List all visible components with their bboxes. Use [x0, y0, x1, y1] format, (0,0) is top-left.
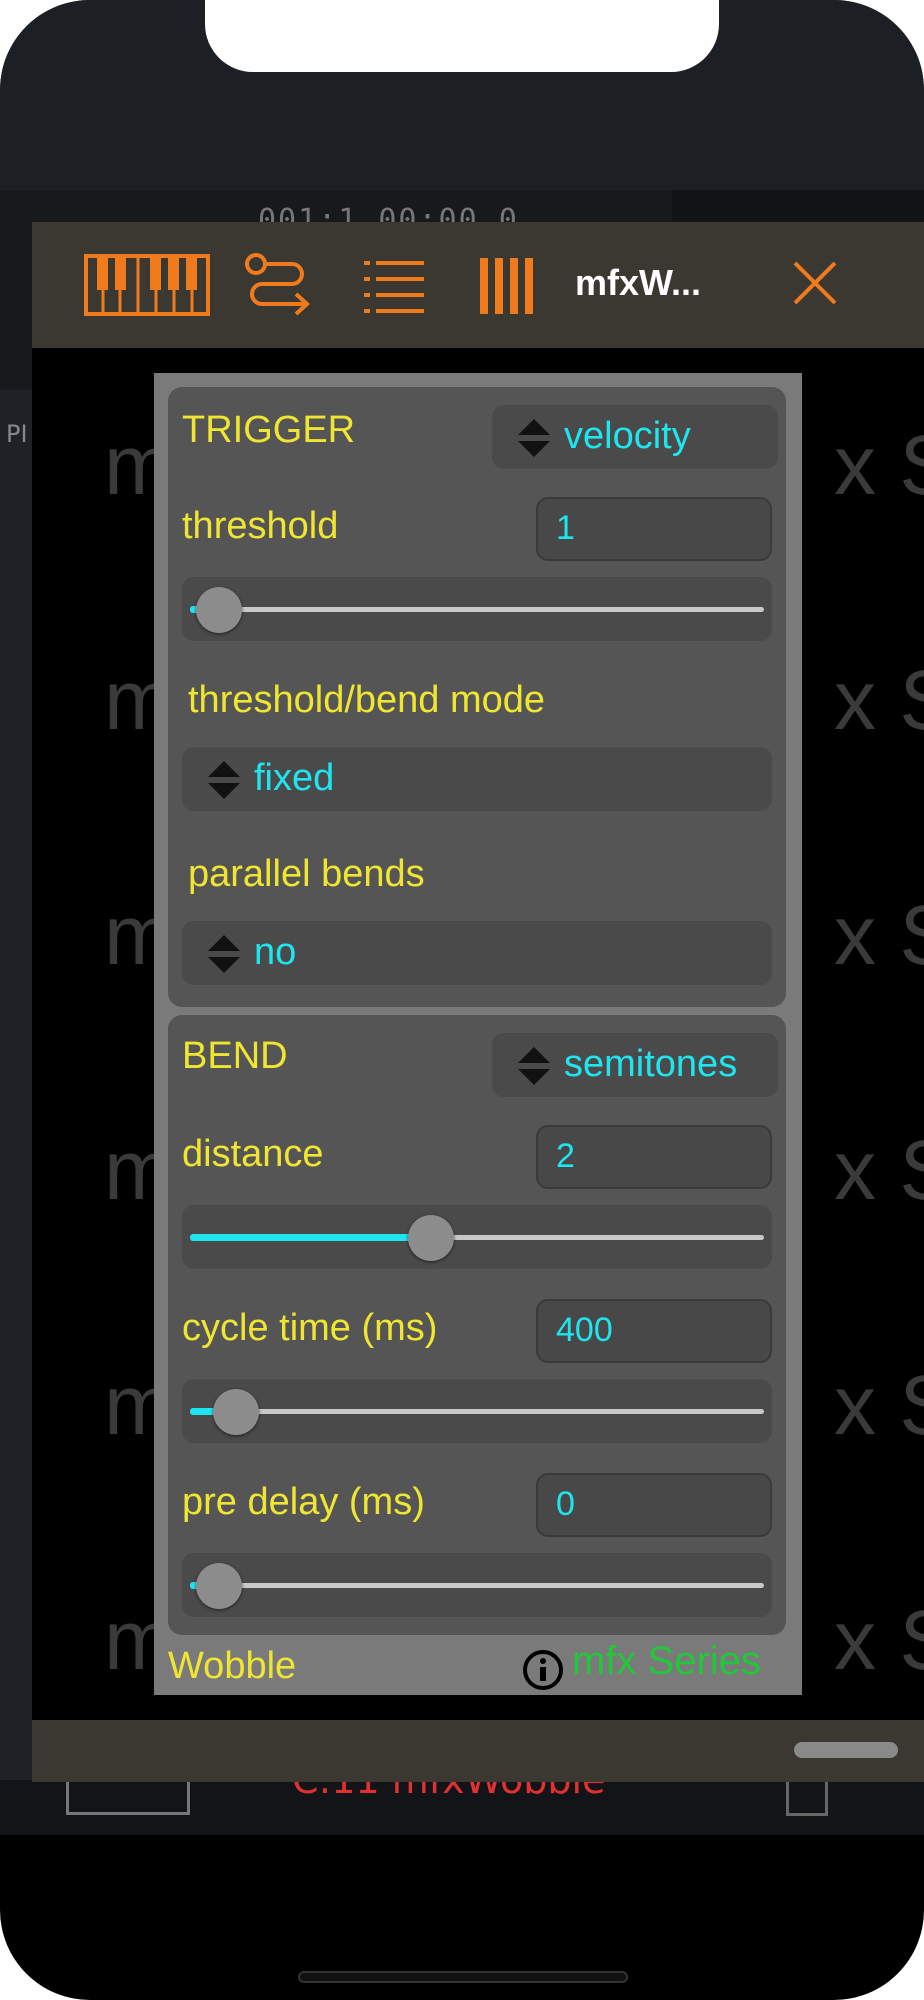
- pre-delay-field[interactable]: 0: [536, 1473, 772, 1537]
- bend-mode-select[interactable]: fixed: [182, 747, 772, 811]
- watermark-text: x Se: [834, 1593, 924, 1687]
- cycle-time-slider[interactable]: [182, 1379, 772, 1443]
- device-notch: [205, 0, 719, 72]
- watermark-text: x Se: [834, 1358, 924, 1452]
- parallel-bends-select[interactable]: no: [182, 921, 772, 985]
- watermark-text: x Se: [834, 1123, 924, 1217]
- home-indicator: [298, 1971, 628, 1983]
- host-bookmark-icon[interactable]: [786, 1780, 828, 1816]
- plugin-footer-name: Wobble: [168, 1645, 297, 1687]
- device-frame: 001:1 00:00.0 PI C:11 mfxWobble: [0, 0, 924, 2000]
- bend-unit-select[interactable]: semitones: [492, 1033, 778, 1097]
- watermark-text: x Se: [834, 418, 924, 512]
- pre-delay-value: 0: [556, 1485, 575, 1523]
- bend-title: BEND: [182, 1035, 288, 1077]
- distance-label: distance: [182, 1133, 324, 1175]
- updown-arrows-icon: [518, 419, 550, 457]
- distance-value: 2: [556, 1137, 575, 1175]
- bend-mode-label: threshold/bend mode: [188, 679, 546, 721]
- cycle-time-label: cycle time (ms): [182, 1307, 438, 1349]
- bend-section: BEND semitones distance 2 cycle time (ms…: [168, 1015, 786, 1635]
- routing-icon[interactable]: [244, 252, 314, 320]
- host-left-label: PI: [6, 420, 28, 448]
- slider-thumb[interactable]: [408, 1215, 455, 1261]
- threshold-value: 1: [556, 509, 575, 547]
- cycle-time-value: 400: [556, 1311, 613, 1349]
- series-link[interactable]: mfx Series: [572, 1639, 761, 1684]
- parallel-bends-label: parallel bends: [188, 853, 425, 895]
- piano-keyboard-icon[interactable]: [84, 254, 210, 316]
- info-icon[interactable]: [522, 1649, 564, 1691]
- watermark-text: x Se: [834, 888, 924, 982]
- distance-field[interactable]: 2: [536, 1125, 772, 1189]
- threshold-slider[interactable]: [182, 577, 772, 641]
- slider-fill: [190, 1234, 432, 1241]
- threshold-label: threshold: [182, 505, 339, 547]
- trigger-mode-value: velocity: [564, 415, 691, 457]
- list-icon[interactable]: [362, 258, 426, 316]
- slider-thumb[interactable]: [212, 1389, 259, 1435]
- slider-track: [190, 1409, 764, 1414]
- plugin-toolbar: mfxW...: [32, 222, 924, 348]
- slider-track: [190, 607, 764, 612]
- pre-delay-slider[interactable]: [182, 1553, 772, 1617]
- bend-unit-value: semitones: [564, 1043, 738, 1085]
- distance-slider[interactable]: [182, 1205, 772, 1269]
- drag-handle[interactable]: [794, 1742, 898, 1758]
- pre-delay-label: pre delay (ms): [182, 1481, 425, 1523]
- cycle-time-field[interactable]: 400: [536, 1299, 772, 1363]
- host-left-column: [0, 390, 32, 1830]
- slider-thumb[interactable]: [195, 587, 242, 633]
- updown-arrows-icon: [208, 761, 240, 799]
- plugin-bottom-bar: [32, 1720, 924, 1782]
- trigger-section: TRIGGER velocity threshold 1 threshold/b…: [168, 387, 786, 1007]
- watermark-text: x Se: [834, 653, 924, 747]
- trigger-mode-select[interactable]: velocity: [492, 405, 778, 469]
- trigger-title: TRIGGER: [182, 409, 356, 451]
- updown-arrows-icon: [518, 1047, 550, 1085]
- updown-arrows-icon: [208, 935, 240, 973]
- wobble-panel: TRIGGER velocity threshold 1 threshold/b…: [154, 373, 802, 1695]
- close-icon[interactable]: [792, 260, 838, 306]
- slider-track: [190, 1583, 764, 1588]
- parallel-bends-value: no: [254, 931, 297, 973]
- bend-mode-value: fixed: [254, 757, 335, 799]
- bars-icon[interactable]: [478, 258, 534, 314]
- slider-thumb[interactable]: [195, 1563, 242, 1609]
- threshold-field[interactable]: 1: [536, 497, 772, 561]
- plugin-name: mfxW...: [575, 262, 702, 303]
